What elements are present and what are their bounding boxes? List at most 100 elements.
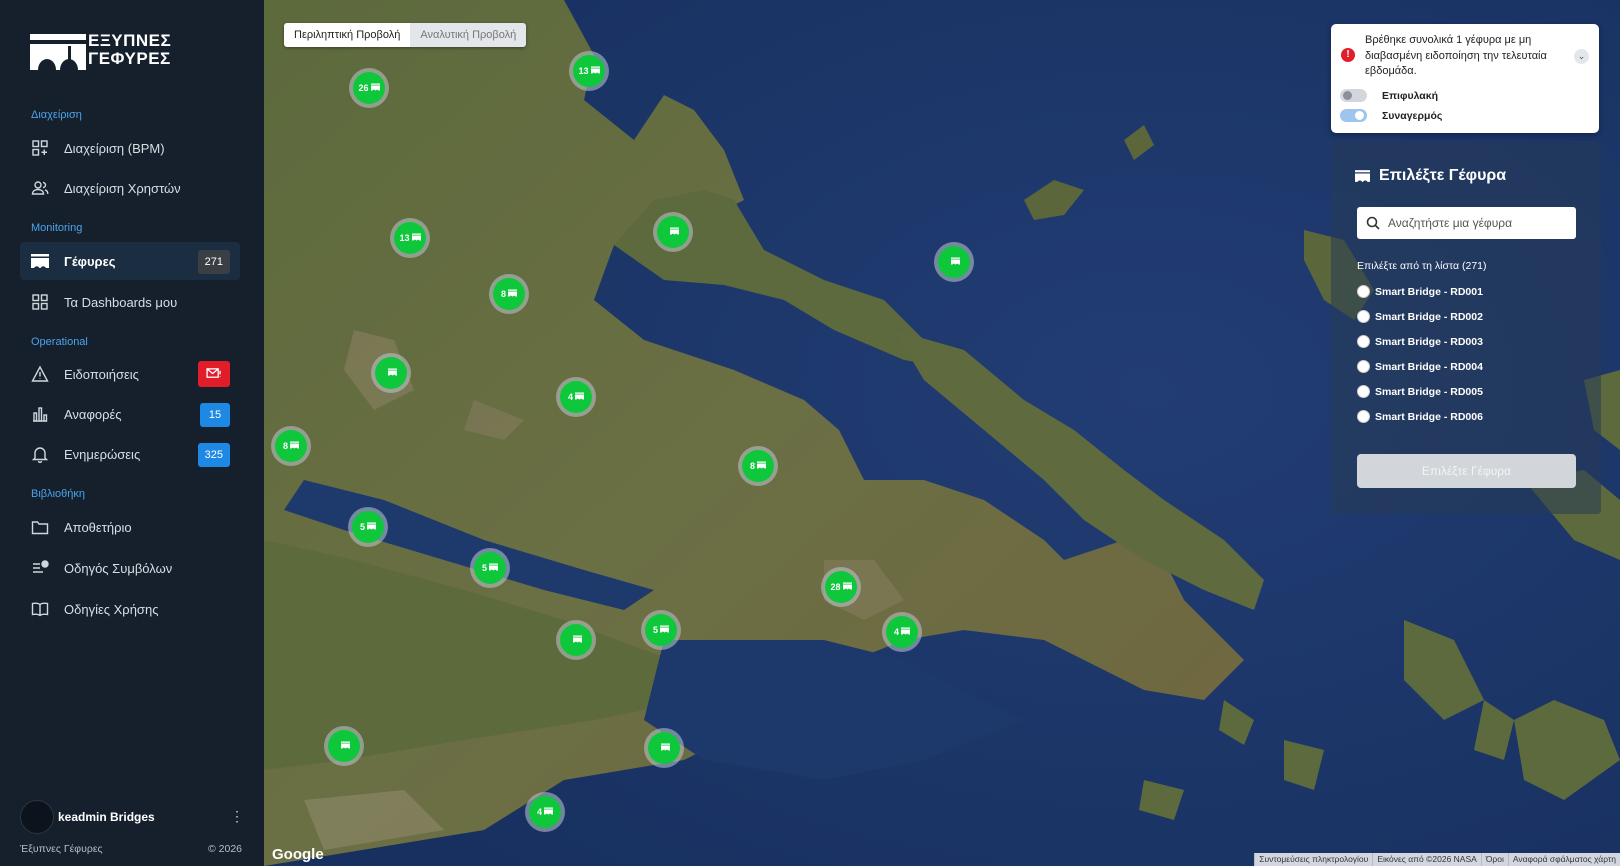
sidebar-item-label: Τα Dashboards μου (64, 294, 178, 310)
bridge-cluster-marker[interactable]: 8 (271, 426, 311, 466)
cluster-count: 4 (886, 616, 918, 648)
bridge-cluster-marker[interactable]: 4 (556, 377, 596, 417)
section-title-management: Διαχείριση (31, 109, 82, 121)
bridge-cluster-marker[interactable]: 13 (569, 51, 609, 91)
avatar (20, 800, 54, 834)
cluster-count (375, 357, 407, 389)
cluster-count: 4 (529, 796, 561, 828)
sidebar-item-notifications[interactable]: Ειδοποιήσεις (20, 355, 240, 393)
app-logo[interactable]: ΕΞΥΠΝΕΣ ΓΕΦΥΡΕΣ (30, 32, 180, 72)
bridge-option[interactable]: Smart Bridge - RD004 (1357, 360, 1483, 373)
cluster-count (328, 730, 360, 762)
cluster-count: 5 (474, 552, 506, 584)
bridge-option[interactable]: Smart Bridge - RD003 (1357, 335, 1483, 348)
bridge-cluster-marker[interactable]: 5 (470, 548, 510, 588)
bridge-option-label: Smart Bridge - RD005 (1375, 385, 1483, 398)
alarm-toggle[interactable] (1340, 109, 1367, 122)
bridge-option[interactable]: Smart Bridge - RD001 (1357, 285, 1483, 298)
bridge-cluster-marker[interactable]: 13 (390, 218, 430, 258)
bridge-cluster-marker[interactable]: 4 (525, 792, 565, 832)
section-title-monitoring: Monitoring (31, 222, 83, 234)
bridge-cluster-marker[interactable]: 5 (348, 507, 388, 547)
bridge-cluster-marker[interactable]: 4 (882, 612, 922, 652)
more-options-icon[interactable]: ⋮ (230, 808, 244, 825)
google-logo[interactable]: Google (272, 846, 324, 863)
book-icon (31, 600, 49, 618)
bridge-cluster-marker[interactable] (653, 212, 693, 252)
sidebar-item-repository[interactable]: Αποθετήριο (20, 508, 240, 546)
bridge-cluster-marker[interactable] (324, 726, 364, 766)
detail-view-button[interactable]: Αναλυτική Προβολή (410, 23, 527, 47)
cluster-count-label: 5 (359, 522, 365, 532)
sidebar-item-bridges[interactable]: Γέφυρες 271 (20, 242, 240, 280)
cluster-count-label: 8 (749, 461, 755, 471)
section-title-operational: Operational (31, 336, 88, 348)
sidebar-item-label: Διαχείριση (BPM) (64, 140, 165, 156)
keyboard-shortcuts-link[interactable]: Συντομεύσεις πληκτρολογίου (1254, 853, 1372, 866)
sidebar-item-reports[interactable]: Αναφορές 15 (20, 395, 240, 433)
user-profile[interactable]: keadmin Bridges ⋮ (20, 800, 246, 834)
bridge-cluster-marker[interactable] (644, 728, 684, 768)
bridge-cluster-marker[interactable]: 28 (821, 567, 861, 607)
reports-count-badge: 15 (200, 403, 230, 427)
bridge-option[interactable]: Smart Bridge - RD005 (1357, 385, 1483, 398)
bridge-cluster-marker[interactable]: 8 (489, 274, 529, 314)
standby-toggle[interactable] (1340, 89, 1367, 102)
sidebar-item-symbols-guide[interactable]: Οδηγός Συμβόλων (20, 549, 240, 587)
bridge-icon (572, 635, 582, 645)
bridge-search-box[interactable] (1357, 207, 1576, 239)
bridge-cluster-marker[interactable] (371, 353, 411, 393)
sidebar-item-dashboards[interactable]: Τα Dashboards μου (20, 283, 240, 321)
cluster-count (560, 624, 592, 656)
standby-toggle-label: Επιφυλακή (1382, 89, 1439, 102)
bridge-option[interactable]: Smart Bridge - RD002 (1357, 310, 1483, 323)
radio-button[interactable] (1357, 360, 1370, 373)
bridge-icon (660, 625, 669, 635)
radio-button[interactable] (1357, 285, 1370, 298)
summary-view-button[interactable]: Περιληπτική Προβολή (284, 23, 411, 47)
sidebar-item-label: Διαχείριση Χρηστών (64, 180, 181, 196)
sidebar: ΕΞΥΠΝΕΣ ΓΕΦΥΡΕΣ Διαχείριση Διαχείριση (B… (0, 0, 264, 866)
sidebar-footer: Έξυπνες Γέφυρες © 2026 (20, 843, 242, 855)
cluster-count (648, 732, 680, 764)
bridge-cluster-marker[interactable]: 8 (738, 446, 778, 486)
alarm-toggle-row[interactable]: Συναγερμός (1340, 109, 1442, 122)
radio-button[interactable] (1357, 335, 1370, 348)
sidebar-item-updates[interactable]: Ενημερώσεις 325 (20, 435, 240, 473)
bridge-icon (842, 582, 852, 592)
cluster-count: 5 (352, 511, 384, 543)
dashboard-icon (31, 293, 49, 311)
bridge-option[interactable]: Smart Bridge - RD006 (1357, 410, 1483, 423)
radio-button[interactable] (1357, 310, 1370, 323)
bridge-cluster-marker[interactable]: 5 (641, 610, 681, 650)
cluster-count-label: 8 (282, 441, 288, 451)
chevron-down-icon[interactable]: ⌄ (1574, 49, 1589, 64)
notification-alert-card: ! Βρέθηκε συνολικά 1 γέφυρα με μη διαβασ… (1331, 24, 1599, 133)
sidebar-item-users[interactable]: Διαχείριση Χρηστών (20, 169, 240, 207)
bridge-icon (31, 252, 49, 270)
bridge-cluster-marker[interactable]: 26 (349, 68, 389, 108)
radio-button[interactable] (1357, 410, 1370, 423)
sidebar-item-label: Οδηγός Συμβόλων (64, 560, 173, 576)
bridge-cluster-marker[interactable] (934, 242, 974, 282)
cluster-count-label: 4 (893, 627, 899, 637)
sidebar-item-user-guide[interactable]: Οδηγίες Χρήσης (20, 590, 240, 628)
select-bridge-button[interactable]: Επιλέξτε Γέφυρα (1357, 454, 1576, 488)
sidebar-item-bpm[interactable]: Διαχείριση (BPM) (20, 129, 240, 167)
alert-message: Βρέθηκε συνολικά 1 γέφυρα με μη διαβασμέ… (1365, 34, 1547, 77)
bridge-option-label: Smart Bridge - RD006 (1375, 410, 1483, 423)
terms-link[interactable]: Όροι (1480, 853, 1508, 866)
alarm-toggle-label: Συναγερμός (1382, 109, 1443, 122)
cluster-count-label: 8 (500, 289, 506, 299)
cluster-count: 4 (560, 381, 592, 413)
bridge-icon (669, 227, 679, 237)
cluster-count: 13 (573, 55, 605, 87)
bridge-cluster-marker[interactable] (556, 620, 596, 660)
report-map-error-link[interactable]: Αναφορά σφάλματος χάρτη (1507, 853, 1620, 866)
radio-button[interactable] (1357, 385, 1370, 398)
sidebar-item-label: Αναφορές (64, 406, 122, 422)
bridge-search-input[interactable] (1388, 216, 1568, 230)
footer-copyright: © 2026 (207, 843, 242, 855)
standby-toggle-row[interactable]: Επιφυλακή (1340, 89, 1438, 102)
cluster-count: 13 (394, 222, 426, 254)
